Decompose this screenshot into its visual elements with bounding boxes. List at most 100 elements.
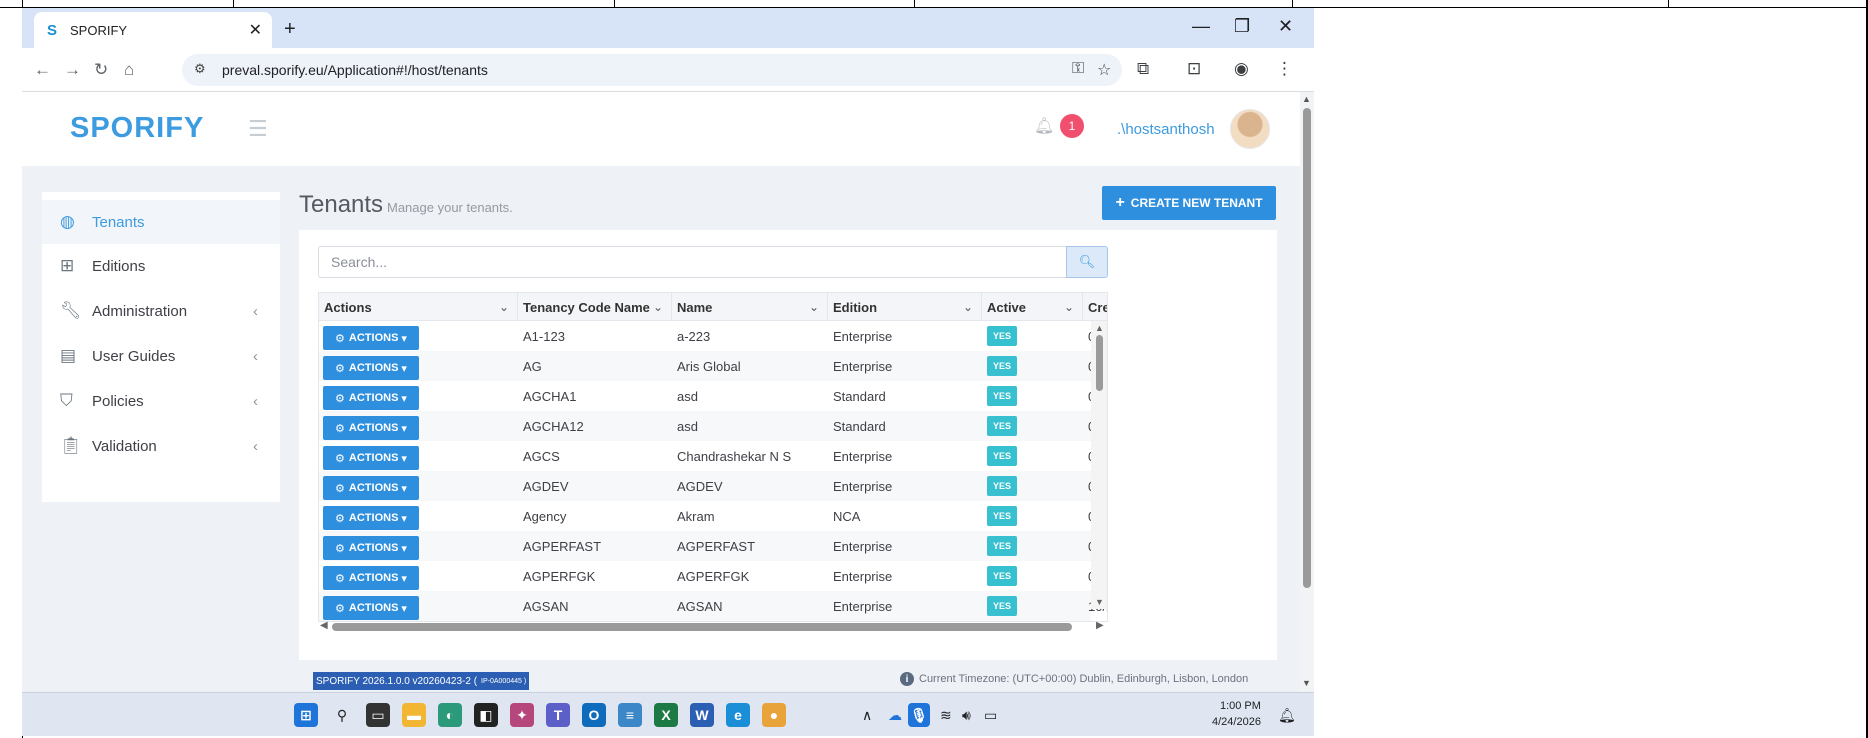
sidebar-item-user-guides[interactable]: ▤ User Guides ‹	[42, 334, 280, 378]
create-new-tenant-button[interactable]: + CREATE NEW TENANT	[1102, 186, 1276, 220]
actions-button[interactable]: ⚙ ACTIONS ▾	[323, 416, 419, 440]
actions-button-label: ACTIONS	[348, 602, 399, 614]
notification-badge[interactable]: 1	[1060, 114, 1084, 138]
sidebar-item-label: Validation	[92, 437, 157, 455]
globe-icon: ◍	[60, 212, 75, 231]
site-info-icon[interactable]: ⚙	[194, 61, 206, 77]
avatar[interactable]	[1230, 109, 1270, 149]
hamburger-menu-icon[interactable]: ☰	[248, 116, 268, 142]
chevron-down-icon[interactable]: ⌄	[1064, 300, 1074, 314]
actions-button[interactable]: ⚙ ACTIONS ▾	[323, 386, 419, 410]
page-scroll-thumb[interactable]	[1303, 108, 1311, 588]
back-icon[interactable]: ←	[34, 60, 51, 80]
column-header-creation-time[interactable]: Creation Time⌄	[1083, 293, 1107, 321]
chevron-down-icon[interactable]: ⌄	[653, 300, 663, 314]
scroll-left-arrow-icon[interactable]: ◀	[320, 620, 328, 631]
reading-mode-icon[interactable]: ⊡	[1187, 59, 1201, 79]
speaker-icon[interactable]: 🔊︎	[962, 707, 971, 724]
sidebar-item-administration[interactable]: 🔧︎ Administration ‹	[42, 289, 280, 333]
actions-button-label: ACTIONS	[348, 482, 399, 494]
microphone-icon[interactable]: 🎙︎	[908, 703, 930, 727]
actions-button[interactable]: ⚙ ACTIONS ▾	[323, 596, 419, 620]
home-icon[interactable]: ⌂	[124, 60, 134, 80]
notification-center-icon[interactable]: 🔔︎	[1278, 707, 1296, 724]
scroll-up-arrow-icon[interactable]: ▲	[1095, 323, 1104, 333]
tab-close-icon[interactable]: ✕	[249, 20, 262, 40]
chevron-down-icon[interactable]: ⌄	[963, 300, 973, 314]
sporify-logo[interactable]: SPORIFY	[70, 112, 204, 145]
scroll-up-arrow-icon[interactable]: ▲	[1302, 94, 1311, 104]
address-bar[interactable]: ⚙ preval.sporify.eu/Application#!/host/t…	[182, 54, 1122, 86]
scroll-down-arrow-icon[interactable]: ▼	[1302, 678, 1311, 688]
scroll-down-arrow-icon[interactable]: ▼	[1095, 597, 1104, 607]
actions-button[interactable]: ⚙ ACTIONS ▾	[323, 536, 419, 560]
search-input[interactable]	[318, 246, 1066, 278]
battery-icon[interactable]: ▭	[984, 707, 997, 724]
chrome-icon[interactable]: ●	[762, 703, 786, 727]
start-windows-icon[interactable]: ⊞	[294, 703, 318, 727]
user-name[interactable]: .\hostsanthosh	[1117, 121, 1215, 138]
browser-tab-bar: S SPORIFY ✕ + — ❐ ✕	[22, 8, 1314, 48]
onedrive-cloud-icon[interactable]: ☁	[888, 707, 902, 724]
taskbar-search-icon[interactable]: ⚲	[330, 703, 354, 727]
table-scrollbar[interactable]: ▲ ▼	[1091, 321, 1107, 609]
minimize-icon[interactable]: —	[1192, 16, 1210, 37]
actions-button[interactable]: ⚙ ACTIONS ▾	[323, 476, 419, 500]
restore-icon[interactable]: ❐	[1234, 16, 1250, 37]
outlook-icon[interactable]: O	[582, 703, 606, 727]
m365-icon[interactable]: ✦	[510, 703, 534, 727]
search-button[interactable]: 🔍︎	[1066, 246, 1108, 278]
caret-down-icon: ▾	[401, 392, 407, 405]
task-view-icon[interactable]: ▭	[366, 703, 390, 727]
ide-icon[interactable]: ◧	[474, 703, 498, 727]
bookmark-star-icon[interactable]: ☆	[1097, 60, 1111, 80]
column-header-tenancy-code[interactable]: Tenancy Code Name ⌄	[518, 293, 672, 321]
chevron-down-icon[interactable]: ⌄	[499, 300, 509, 314]
actions-button[interactable]: ⚙ ACTIONS ▾	[323, 566, 419, 590]
menu-dots-icon[interactable]: ⋮	[1276, 59, 1293, 79]
excel-icon[interactable]: X	[654, 703, 678, 727]
column-header-name[interactable]: Name ⌄	[672, 293, 828, 321]
actions-button[interactable]: ⚙ ACTIONS ▾	[323, 356, 419, 380]
close-window-icon[interactable]: ✕	[1278, 16, 1293, 37]
word-icon[interactable]: W	[690, 703, 714, 727]
actions-button[interactable]: ⚙ ACTIONS ▾	[323, 446, 419, 470]
new-tab-icon[interactable]: +	[284, 18, 296, 41]
cell-name: AGPERFGK	[677, 568, 750, 584]
profile-icon[interactable]: ◉	[1234, 59, 1249, 79]
browser-tab[interactable]: S SPORIFY ✕	[34, 12, 272, 48]
table-horizontal-scrollbar[interactable]: ◀ ▶	[318, 620, 1108, 634]
page-scrollbar[interactable]: ▲ ▼	[1300, 92, 1314, 692]
horizontal-scroll-thumb[interactable]	[332, 623, 1072, 631]
column-header-actions[interactable]: Actions ⌄	[319, 293, 518, 321]
sidebar-item-tenants[interactable]: ◍ Tenants	[42, 200, 280, 244]
password-key-icon[interactable]: ⚿	[1072, 60, 1084, 78]
sidebar-item-editions[interactable]: ⊞ Editions	[42, 244, 280, 288]
column-header-active[interactable]: Active ⌄	[982, 293, 1083, 321]
tenants-table: Actions ⌄ Tenancy Code Name ⌄ Name ⌄ Editio…	[318, 292, 1108, 622]
file-explorer-icon[interactable]: ▬	[402, 703, 426, 727]
actions-button[interactable]: ⚙ ACTIONS ▾	[323, 326, 419, 350]
sidebar-item-policies[interactable]: ⛉ Policies ‹	[42, 379, 280, 423]
tenants-card: 🔍︎ Actions⌄ Tenancy Code Name⌄ Name⌄ Edi…	[299, 230, 1277, 660]
chevron-down-icon[interactable]: ⌄	[809, 300, 819, 314]
edge-dev-icon[interactable]: ◐	[438, 703, 462, 727]
table-row: ⚙ACTIONS▾AGSANAGSANEnterpriseYES10/23/20…	[319, 591, 1107, 621]
taskbar-clock[interactable]: 1:00 PM 4/24/2026	[1212, 698, 1261, 730]
extensions-icon[interactable]: ⧉	[1137, 59, 1149, 79]
teams-icon[interactable]: T	[546, 703, 570, 727]
bell-icon[interactable]: 🔔︎	[1034, 116, 1054, 136]
reload-icon[interactable]: ↻	[94, 60, 108, 80]
cell-active: YES	[982, 381, 1083, 411]
forward-icon[interactable]: →	[64, 60, 81, 80]
sidebar-item-validation[interactable]: 📋︎ Validation ‹	[42, 424, 280, 468]
table-scroll-thumb[interactable]	[1096, 335, 1103, 391]
actions-button[interactable]: ⚙ ACTIONS ▾	[323, 506, 419, 530]
wifi-icon[interactable]: ≋	[940, 707, 952, 724]
notepad-icon[interactable]: ≡	[618, 703, 642, 727]
scroll-right-arrow-icon[interactable]: ▶	[1096, 620, 1104, 631]
column-header-edition[interactable]: Edition ⌄	[828, 293, 982, 321]
edge-icon[interactable]: e	[726, 703, 750, 727]
sidebar-item-label: Editions	[92, 257, 146, 275]
tray-chevron-up-icon[interactable]: ∧	[862, 707, 872, 724]
